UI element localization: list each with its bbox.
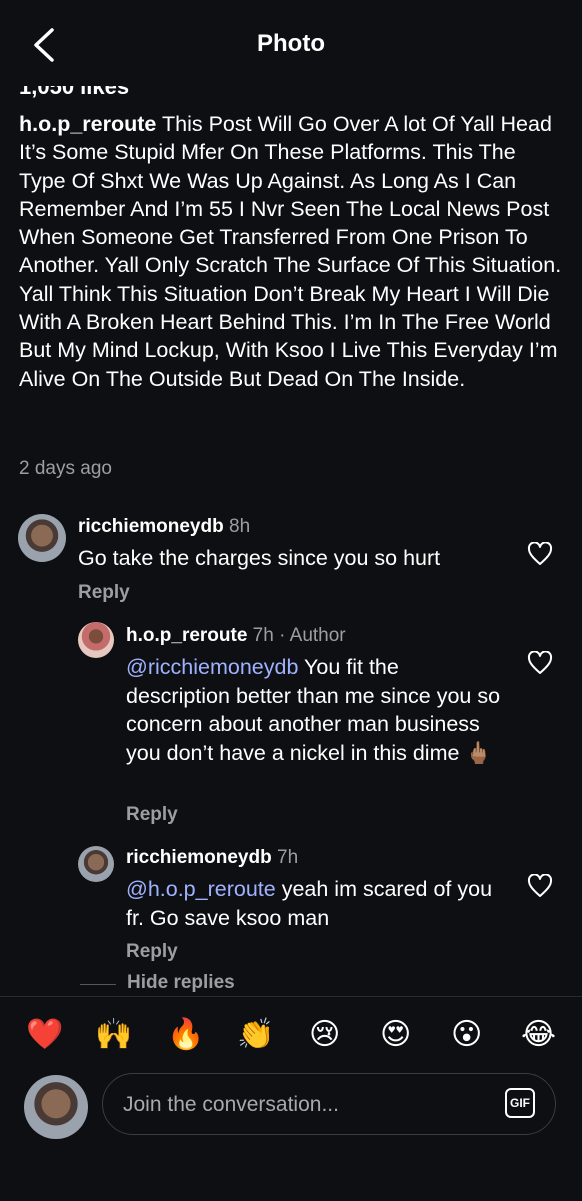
caption-text: This Post Will Go Over A lot Of Yall Hea… — [19, 112, 562, 391]
like-heart-icon[interactable] — [527, 874, 553, 898]
comment-header: ricchiemoneydb 7h — [126, 847, 298, 869]
commenter-avatar[interactable] — [18, 514, 66, 562]
page-title: Photo — [257, 30, 325, 57]
raised-hands-emoji-button[interactable]: 🙌 — [95, 1015, 132, 1055]
crying-emoji-button[interactable]: 😢 — [309, 1015, 340, 1055]
comment-input-box[interactable]: GIF — [102, 1073, 556, 1135]
reply-button[interactable]: Reply — [126, 804, 178, 826]
heart-emoji-button[interactable]: ❤️ — [26, 1015, 63, 1055]
divider — [80, 984, 116, 985]
comment-text: @ricchiemoneydb You fit the description … — [126, 653, 506, 767]
top-bar: Photo — [0, 0, 582, 86]
comment-username[interactable]: ricchiemoneydb — [78, 516, 224, 537]
mention-link[interactable]: @h.o.p_reroute — [126, 877, 276, 901]
comment-username[interactable]: ricchiemoneydb — [126, 847, 272, 868]
like-heart-icon[interactable] — [527, 651, 553, 675]
comment-text: @h.o.p_reroute yeah im scared of you fr.… — [126, 875, 506, 932]
surprised-emoji-button[interactable]: 😮 — [451, 1015, 482, 1055]
post-timestamp: 2 days ago — [19, 458, 112, 479]
comment-composer-bar: ❤️ 🙌 🔥 👏 😢 😍 😮 😂 GIF — [0, 996, 582, 1201]
emoji-quick-bar: ❤️ 🙌 🔥 👏 😢 😍 😮 😂 — [0, 1015, 582, 1055]
comment-header: h.o.p_reroute 7h · Author — [126, 625, 346, 647]
like-heart-icon[interactable] — [527, 542, 553, 566]
heart-eyes-emoji-button[interactable]: 😍 — [380, 1015, 411, 1055]
comment-time: 8h — [223, 516, 251, 537]
hide-replies-button[interactable]: Hide replies — [127, 972, 235, 994]
laughing-emoji-button[interactable]: 😂 — [521, 1015, 556, 1055]
caption-username[interactable]: h.o.p_reroute — [19, 112, 156, 136]
comment-text: Go take the charges since you so hurt — [78, 546, 441, 570]
reply-button[interactable]: Reply — [78, 582, 130, 604]
mention-link[interactable]: @ricchiemoneydb — [126, 655, 298, 679]
post-caption: h.o.p_reroute This Post Will Go Over A l… — [19, 110, 567, 393]
commenter-avatar[interactable] — [78, 622, 114, 658]
comment-input[interactable] — [121, 1084, 485, 1126]
clap-emoji-button[interactable]: 👏 — [237, 1015, 274, 1055]
gif-button[interactable]: GIF — [505, 1088, 535, 1118]
comment-username[interactable]: h.o.p_reroute — [126, 625, 247, 646]
comment-time: 7h — [271, 847, 299, 868]
comment-header: ricchiemoneydb 8h — [78, 516, 250, 538]
comment-time-author: 7h · Author — [247, 625, 346, 646]
reply-button[interactable]: Reply — [126, 941, 178, 963]
current-user-avatar[interactable] — [24, 1075, 88, 1139]
fire-emoji-button[interactable]: 🔥 — [167, 1015, 204, 1055]
commenter-avatar[interactable] — [78, 846, 114, 882]
post-detail[interactable]: 1,050 likes h.o.p_reroute This Post Will… — [0, 86, 582, 996]
likes-count[interactable]: 1,050 likes — [19, 86, 129, 100]
